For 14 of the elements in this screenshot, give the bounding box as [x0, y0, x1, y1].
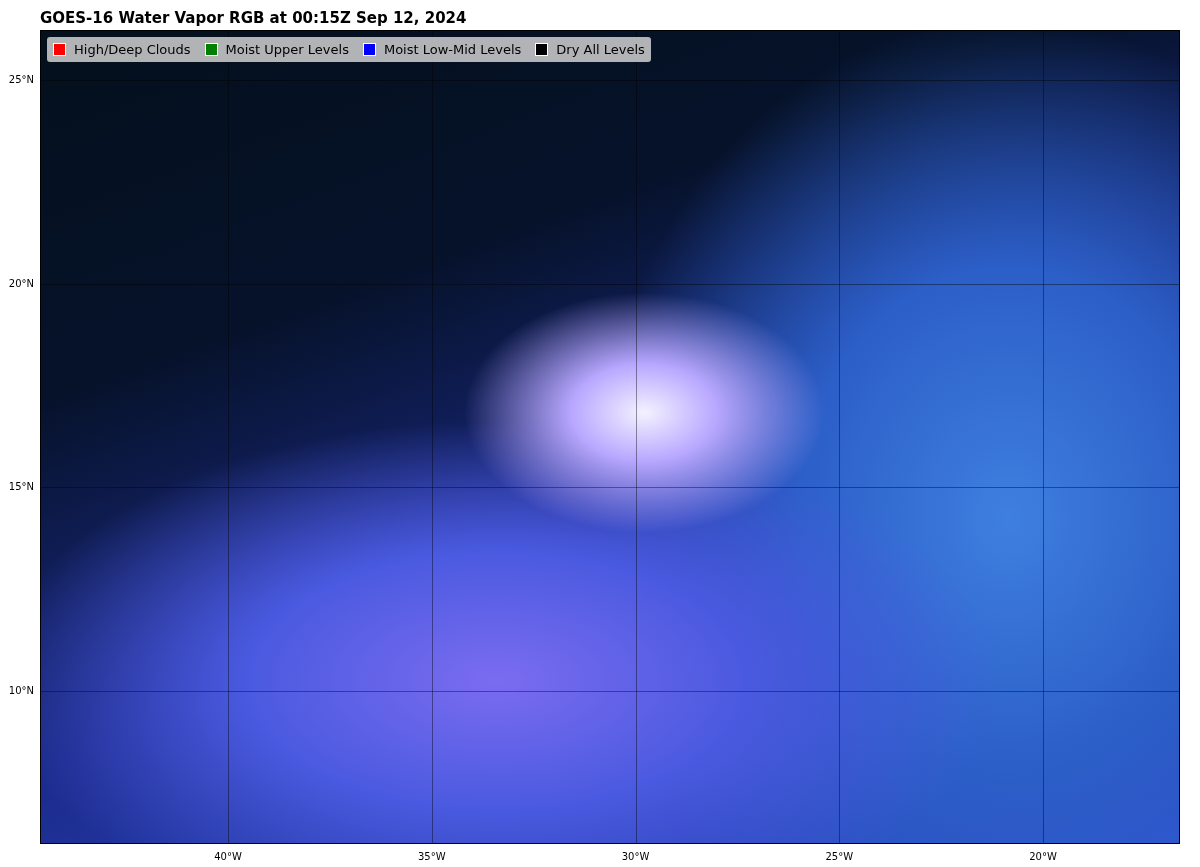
legend-label: Dry All Levels — [556, 40, 645, 59]
legend-label: Moist Low-Mid Levels — [383, 40, 522, 59]
longitude-label: 40°W — [213, 851, 243, 863]
latitude-label: 25°N — [8, 74, 35, 86]
latitude-label: 10°N — [8, 684, 35, 697]
longitude-label: 20°W — [1028, 851, 1058, 863]
map-title: GOES-16 Water Vapor RGB at 00:15Z Sep 12, 2024 — [40, 9, 467, 27]
legend-label: Moist Upper Levels — [225, 40, 349, 59]
longitude-label: 35°W — [416, 851, 447, 863]
longitude-label: 30°W — [620, 851, 651, 863]
longitude-label: 25°W — [824, 851, 855, 863]
legend-label: High/Deep Clouds — [74, 40, 191, 59]
latitude-label: 20°N — [8, 277, 35, 290]
latitude-label: 15°N — [8, 481, 35, 493]
